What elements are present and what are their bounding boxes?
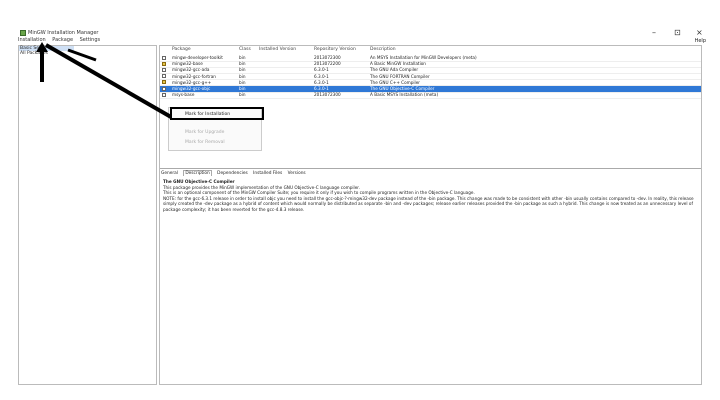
annotation-arrows bbox=[36, 42, 172, 119]
diagonal-arrow-line bbox=[45, 43, 172, 119]
